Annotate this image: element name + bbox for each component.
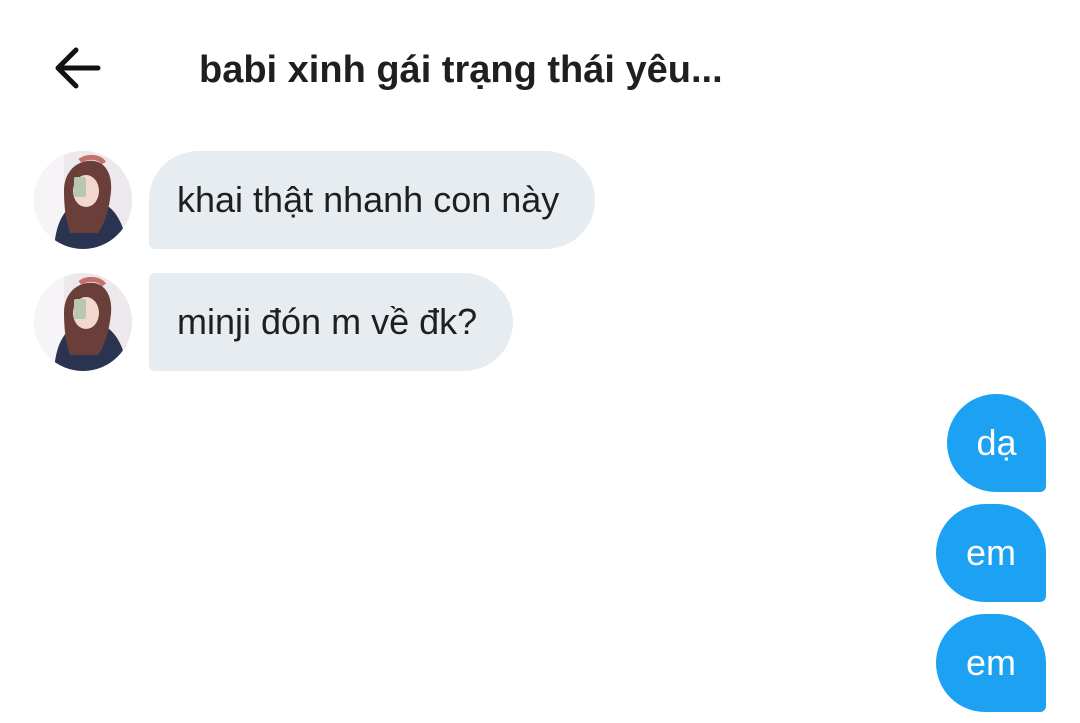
incoming-message-bubble[interactable]: khai thật nhanh con này [149, 151, 596, 249]
outgoing-message-bubble[interactable]: em [936, 504, 1046, 602]
chat-screen: babi xinh gái trạng thái yêu... khai thậ… [0, 0, 1080, 723]
avatar[interactable] [34, 273, 132, 371]
back-button[interactable] [48, 44, 106, 96]
message-text: em [965, 532, 1016, 573]
outgoing-message-bubble[interactable]: em [936, 614, 1046, 712]
conversation-title[interactable]: babi xinh gái trạng thái yêu... [199, 44, 723, 96]
message-text: dạ [976, 422, 1017, 463]
avatar[interactable] [34, 151, 132, 249]
message-text: khai thật nhanh con này [177, 179, 560, 220]
message-text: em [965, 642, 1016, 683]
message-text: minji đón m về đk? [177, 301, 478, 342]
arrow-left-icon [52, 46, 102, 95]
outgoing-message-bubble[interactable]: dạ [947, 394, 1046, 492]
incoming-message-bubble[interactable]: minji đón m về đk? [149, 273, 514, 371]
